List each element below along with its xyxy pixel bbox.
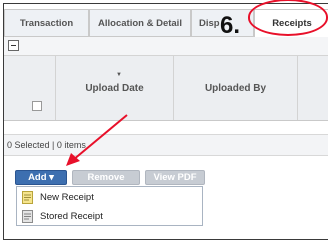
selection-count: 0 Selected | 0 items	[7, 140, 86, 150]
grid-body	[4, 121, 328, 133]
menu-item-new-receipt[interactable]: New Receipt	[17, 188, 202, 207]
menu-item-label: New Receipt	[40, 192, 94, 203]
select-column-header	[4, 56, 56, 120]
remove-button[interactable]: Remove	[72, 170, 140, 185]
tab-label: Disp	[199, 17, 220, 29]
tab-label: Receipts	[272, 18, 312, 29]
status-bar: 0 Selected | 0 items	[4, 134, 328, 156]
column-uploaded-by[interactable]: Uploaded By	[174, 56, 298, 120]
step-number: 6.	[220, 12, 241, 39]
tab-receipts[interactable]: Receipts	[254, 9, 328, 37]
menu-item-stored-receipt[interactable]: Stored Receipt	[17, 207, 202, 226]
tab-transaction[interactable]: Transaction	[4, 9, 89, 36]
column-upload-date[interactable]: Upload Date	[56, 56, 174, 120]
stored-receipt-icon	[22, 210, 33, 223]
add-button[interactable]: Add ▾	[15, 170, 67, 185]
tab-label: Allocation & Detail	[98, 17, 182, 29]
grid-toolbar	[4, 37, 328, 56]
receipts-panel: Transaction Allocation & Detail Disp Rec…	[3, 3, 328, 240]
tab-allocation-detail[interactable]: Allocation & Detail	[89, 9, 191, 36]
tab-label: Transaction	[19, 17, 74, 29]
tab-bar: Transaction Allocation & Detail Disp Rec…	[4, 4, 328, 37]
column-label: Upload Date	[85, 82, 144, 94]
sort-desc-icon: ▼	[116, 72, 122, 78]
view-pdf-button[interactable]: View PDF	[145, 170, 205, 185]
collapse-icon[interactable]	[8, 40, 19, 51]
menu-item-label: Stored Receipt	[40, 211, 103, 222]
grid-header: Upload Date Uploaded By	[4, 56, 328, 121]
column-extra	[298, 56, 328, 120]
column-label: Uploaded By	[204, 82, 267, 94]
receipt-icon	[22, 191, 33, 204]
add-dropdown-menu: New Receipt Stored Receipt	[16, 186, 203, 226]
select-all-checkbox[interactable]	[32, 101, 42, 111]
